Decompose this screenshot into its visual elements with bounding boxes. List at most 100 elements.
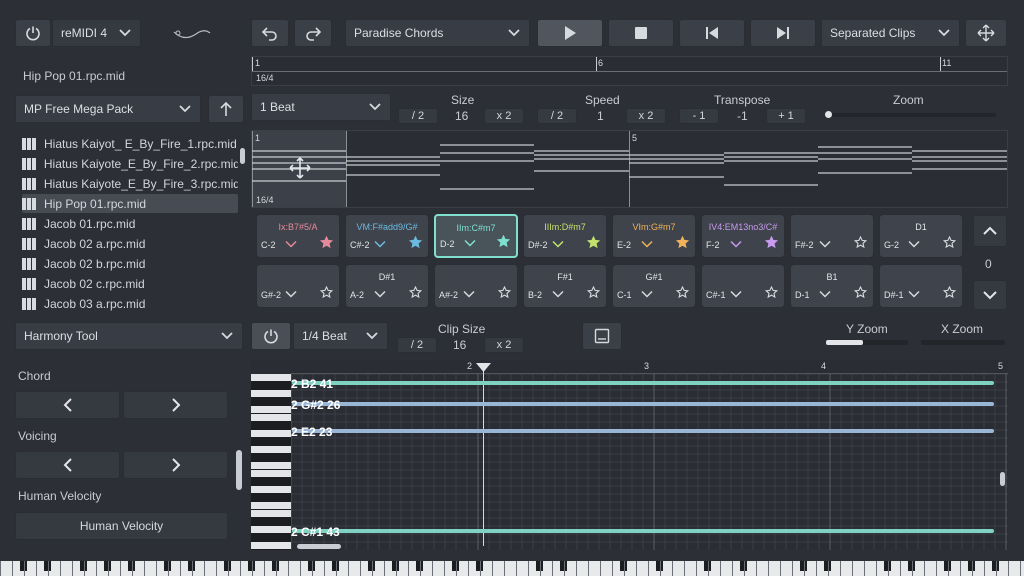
piano-key[interactable] bbox=[251, 486, 291, 493]
keyboard-key[interactable] bbox=[72, 561, 73, 576]
x-zoom-slider[interactable] bbox=[921, 340, 1005, 345]
size-multiply-button[interactable]: x 2 bbox=[484, 108, 524, 124]
skip-back-button[interactable] bbox=[679, 19, 745, 47]
keyboard-key[interactable] bbox=[684, 561, 685, 576]
keyboard-key[interactable] bbox=[900, 561, 901, 576]
power-button[interactable] bbox=[15, 19, 51, 47]
move-button[interactable] bbox=[965, 19, 1007, 47]
keyboard-key[interactable] bbox=[612, 561, 613, 576]
piano-key[interactable] bbox=[251, 446, 291, 453]
star-icon[interactable] bbox=[853, 285, 868, 299]
piano-key[interactable] bbox=[251, 542, 291, 549]
piano-key[interactable] bbox=[251, 430, 291, 437]
file-list-item[interactable]: Jacob 03 a.rpc.mid bbox=[22, 294, 238, 313]
chevron-down-icon[interactable] bbox=[641, 240, 653, 248]
keyboard-key[interactable] bbox=[540, 561, 541, 576]
pad-page-up-button[interactable] bbox=[973, 215, 1007, 247]
file-list-item[interactable]: Hiatus Kaiyote_E_By_Fire_2.rpc.mid bbox=[22, 154, 238, 173]
chord-pad[interactable]: A#-2 bbox=[434, 264, 518, 308]
chevron-down-icon[interactable] bbox=[463, 290, 475, 298]
keyboard-key[interactable] bbox=[636, 561, 637, 576]
keyboard-key[interactable] bbox=[36, 561, 37, 576]
keyboard-key[interactable] bbox=[780, 561, 781, 576]
chevron-down-icon[interactable] bbox=[730, 290, 742, 298]
clip-size-divide-button[interactable]: / 2 bbox=[397, 337, 437, 353]
keyboard-key[interactable] bbox=[192, 561, 193, 576]
y-zoom-slider[interactable] bbox=[826, 340, 908, 345]
keyboard-key[interactable] bbox=[972, 561, 973, 576]
piano-key[interactable] bbox=[251, 422, 277, 429]
keyboard-key[interactable] bbox=[720, 561, 721, 576]
clip-view[interactable]: 1 5 16/4 bbox=[251, 130, 1008, 208]
keyboard-key[interactable] bbox=[48, 561, 49, 576]
keyboard-key[interactable] bbox=[840, 561, 841, 576]
chevron-down-icon[interactable] bbox=[374, 290, 386, 298]
keyboard-key[interactable] bbox=[948, 561, 949, 576]
piano-key[interactable] bbox=[251, 534, 277, 541]
play-button[interactable] bbox=[537, 19, 603, 47]
star-icon[interactable] bbox=[586, 285, 601, 299]
keyboard-key[interactable] bbox=[276, 561, 277, 576]
chord-pad[interactable]: F#-2 bbox=[790, 214, 874, 258]
transpose-plus-button[interactable]: + 1 bbox=[766, 108, 806, 124]
speed-multiply-button[interactable]: x 2 bbox=[626, 108, 666, 124]
keyboard-key[interactable] bbox=[960, 561, 961, 576]
keyboard-key[interactable] bbox=[372, 561, 373, 576]
undo-button[interactable] bbox=[251, 19, 289, 47]
keyboard-key[interactable] bbox=[816, 561, 817, 576]
star-icon[interactable] bbox=[675, 235, 690, 249]
keyboard-key[interactable] bbox=[252, 561, 253, 576]
pad-page-down-button[interactable] bbox=[973, 280, 1007, 310]
chevron-down-icon[interactable] bbox=[641, 290, 653, 298]
keyboard-key[interactable] bbox=[156, 561, 157, 576]
chord-prev-button[interactable] bbox=[15, 391, 120, 419]
keyboard-key[interactable] bbox=[912, 561, 913, 576]
chord-pad[interactable]: C#-1 bbox=[701, 264, 785, 308]
sidebar-scrollbar[interactable] bbox=[236, 450, 242, 490]
piano-key[interactable] bbox=[251, 438, 277, 445]
keyboard-key[interactable] bbox=[804, 561, 805, 576]
star-icon[interactable] bbox=[408, 235, 423, 249]
keyboard-key[interactable] bbox=[924, 561, 925, 576]
keyboard-key[interactable] bbox=[696, 561, 697, 576]
keyboard-key[interactable] bbox=[0, 561, 1, 576]
chord-pad[interactable]: IIm:C#m7 D-2 bbox=[434, 214, 518, 258]
midi-note[interactable] bbox=[292, 429, 994, 433]
clip-size-multiply-button[interactable]: x 2 bbox=[484, 337, 524, 353]
keyboard-key[interactable] bbox=[96, 561, 97, 576]
keyboard-key[interactable] bbox=[468, 561, 469, 576]
chord-pad[interactable]: VIm:G#m7 E-2 bbox=[612, 214, 696, 258]
keyboard-key[interactable] bbox=[744, 561, 745, 576]
chevron-down-icon[interactable] bbox=[908, 290, 920, 298]
midi-note[interactable] bbox=[292, 529, 994, 533]
pack-selector[interactable]: MP Free Mega Pack bbox=[15, 95, 201, 123]
piano-key[interactable] bbox=[251, 462, 291, 469]
keyboard-key[interactable] bbox=[888, 561, 889, 576]
keyboard-key[interactable] bbox=[132, 561, 133, 576]
chevron-down-icon[interactable] bbox=[819, 290, 831, 298]
file-list-scrollbar[interactable] bbox=[240, 148, 245, 164]
preset-selector[interactable]: Paradise Chords bbox=[345, 19, 530, 47]
chevron-down-icon[interactable] bbox=[285, 240, 297, 248]
keyboard-key[interactable] bbox=[936, 561, 937, 576]
file-list-item[interactable]: Hip Pop 01.rpc.mid bbox=[22, 194, 238, 213]
piano-keys[interactable] bbox=[251, 374, 291, 550]
keyboard-key[interactable] bbox=[420, 561, 421, 576]
tool-power-button[interactable] bbox=[251, 322, 291, 350]
file-list-item[interactable]: Jacob 02 a.rpc.mid bbox=[22, 234, 238, 253]
keyboard-key[interactable] bbox=[228, 561, 229, 576]
piano-key[interactable] bbox=[251, 406, 291, 413]
chord-pad[interactable]: VM:F#add9/G# C#-2 bbox=[345, 214, 429, 258]
keyboard-key[interactable] bbox=[60, 561, 61, 576]
chevron-down-icon[interactable] bbox=[464, 239, 476, 247]
star-icon[interactable] bbox=[408, 285, 423, 299]
chord-pad[interactable]: D#1 A-2 bbox=[345, 264, 429, 308]
piano-key[interactable] bbox=[251, 494, 277, 501]
keyboard-key[interactable] bbox=[384, 561, 385, 576]
piano-key[interactable] bbox=[251, 382, 277, 389]
chord-pad[interactable]: G#-2 bbox=[256, 264, 340, 308]
chord-pad[interactable]: IIIm:D#m7 D#-2 bbox=[523, 214, 607, 258]
voicing-prev-button[interactable] bbox=[15, 451, 120, 479]
zoom-slider-handle[interactable] bbox=[825, 111, 832, 118]
star-icon[interactable] bbox=[853, 235, 868, 249]
